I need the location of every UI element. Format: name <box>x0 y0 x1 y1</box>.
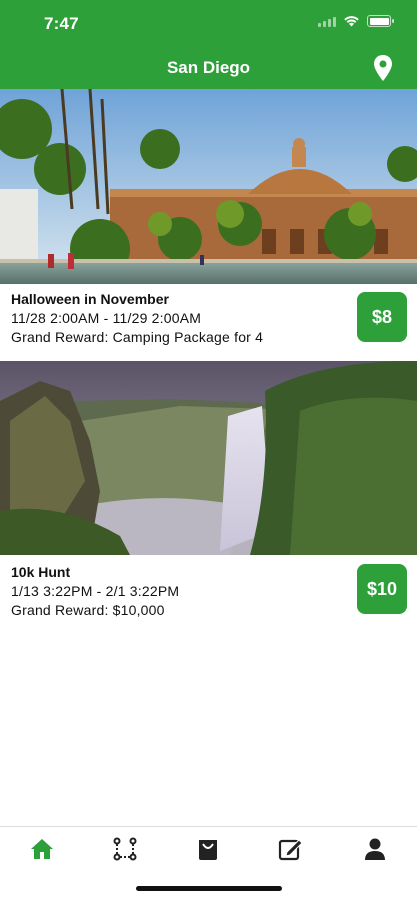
edit-icon[interactable] <box>278 837 304 861</box>
map-pin-icon[interactable] <box>371 54 395 82</box>
hunt-card-info[interactable]: Halloween in November 11/28 2:00AM - 11/… <box>0 290 417 347</box>
wifi-icon <box>344 16 359 27</box>
home-indicator <box>136 886 282 891</box>
cellular-signal-icon <box>318 16 336 27</box>
status-icons <box>318 15 394 27</box>
battery-icon <box>367 15 394 27</box>
home-icon[interactable] <box>29 837 55 861</box>
profile-icon[interactable] <box>362 837 388 861</box>
route-icon[interactable] <box>112 837 138 861</box>
hunt-card-image[interactable] <box>0 361 417 555</box>
status-time: 7:47 <box>44 14 79 33</box>
page-title: San Diego <box>166 58 251 77</box>
bag-icon[interactable] <box>195 837 221 861</box>
waterfall-photo <box>0 361 417 555</box>
botanical-building-photo <box>0 89 417 284</box>
app-header: 7:47 San Diego <box>0 0 417 89</box>
price-button[interactable]: $8 <box>357 292 407 342</box>
price-button[interactable]: $10 <box>357 564 407 614</box>
hunt-card-image[interactable] <box>0 89 417 284</box>
hunt-card-info[interactable]: 10k Hunt 1/13 3:22PM - 2/1 3:22PM Grand … <box>0 563 417 620</box>
